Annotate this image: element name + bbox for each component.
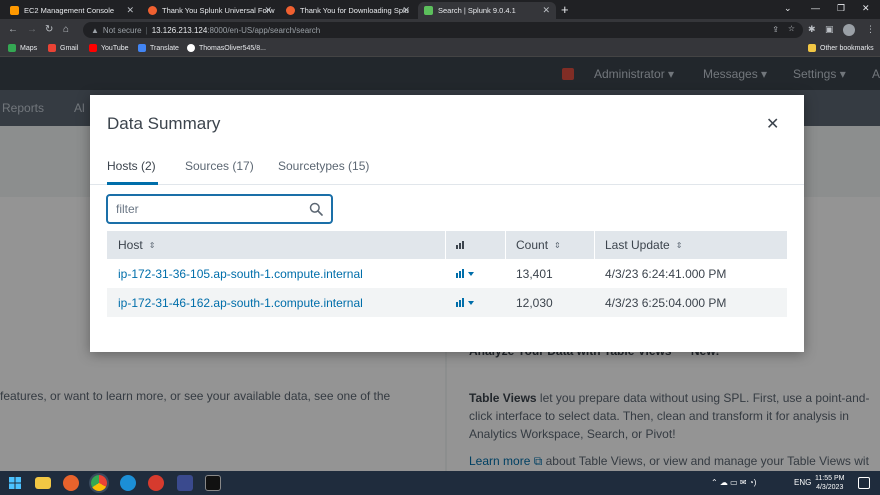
translate-icon <box>138 44 146 52</box>
file-explorer-icon[interactable] <box>35 477 51 489</box>
active-tab-indicator <box>107 182 158 185</box>
youtube-icon <box>89 44 97 52</box>
sparkline-column-icon <box>456 241 465 249</box>
browser-tab-title: Thank You for Downloading Splu <box>300 6 409 15</box>
warning-icon: ▲ <box>91 25 99 35</box>
browser-tab-splunk-search[interactable]: Search | Splunk 9.0.4.1 ✕ <box>418 2 556 19</box>
new-tab-icon[interactable]: + <box>561 2 569 17</box>
gmail-icon <box>48 44 56 52</box>
forward-icon[interactable]: → <box>27 24 37 35</box>
notifications-icon[interactable] <box>858 477 870 489</box>
modal-title: Data Summary <box>107 114 221 133</box>
address-bar[interactable]: ▲ Not secure | 13.126.213.124 :8000/en-U… <box>83 22 803 38</box>
browser-toolbar: ← → ↻ ⌂ ▲ Not secure | 13.126.213.124 :8… <box>0 19 880 41</box>
sort-icon: ⇕ <box>148 241 156 250</box>
share-icon[interactable]: ⇪ <box>772 25 779 34</box>
bookmark-maps[interactable]: Maps <box>8 44 37 52</box>
data-summary-modal: Data Summary ✕ Hosts (2) Sources (17) So… <box>90 95 804 352</box>
host-link[interactable]: ip-172-31-46-162.ap-south-1.compute.inte… <box>118 296 363 310</box>
sparkline-dropdown-icon[interactable] <box>456 298 474 307</box>
table-row: ip-172-31-36-105.ap-south-1.compute.inte… <box>107 259 787 288</box>
windows-start-icon[interactable] <box>9 477 21 489</box>
column-header-last-update[interactable]: Last Update ⇕ <box>605 238 682 252</box>
column-header-host[interactable]: Host ⇕ <box>118 238 155 252</box>
back-icon[interactable]: ← <box>8 24 18 35</box>
host-last-update: 4/3/23 6:25:04.000 PM <box>605 296 727 310</box>
maps-icon <box>8 44 16 52</box>
hosts-table: Host ⇕ Count ⇕ Last Update ⇕ ip-172-31-36-1… <box>107 231 787 317</box>
tab-hosts[interactable]: Hosts (2) <box>107 159 156 173</box>
sparkline-dropdown-icon[interactable] <box>456 269 474 278</box>
browser-tab-title: Search | Splunk 9.0.4.1 <box>438 6 516 15</box>
close-icon[interactable]: ✕ <box>542 5 550 16</box>
filter-input[interactable] <box>116 201 296 217</box>
terminal-icon[interactable] <box>205 475 221 491</box>
splunk-favicon-icon <box>286 6 295 15</box>
close-icon[interactable]: ✕ <box>402 5 410 16</box>
column-header-count[interactable]: Count ⇕ <box>516 238 561 252</box>
bookmark-youtube[interactable]: YouTube <box>89 44 129 52</box>
host-count: 12,030 <box>516 296 553 310</box>
splunk-favicon-icon <box>148 6 157 15</box>
close-icon[interactable]: ✕ <box>264 5 272 16</box>
not-secure-label: Not secure <box>102 25 142 35</box>
sidepanel-icon[interactable]: ▣ <box>825 24 834 35</box>
host-count: 13,401 <box>516 267 553 281</box>
bookmark-gmail[interactable]: Gmail <box>48 44 78 52</box>
minimize-icon[interactable]: — <box>811 3 820 13</box>
reload-icon[interactable]: ↻ <box>45 24 53 35</box>
chrome-icon[interactable] <box>91 475 107 491</box>
browser-tab-title: Thank You Splunk Universal Forw <box>162 6 275 15</box>
url-path: :8000/en-US/app/search/search <box>207 25 321 35</box>
table-row: ip-172-31-46-162.ap-south-1.compute.inte… <box>107 288 787 317</box>
splunk-search-favicon-icon <box>424 6 433 15</box>
maximize-icon[interactable]: ❐ <box>837 3 845 14</box>
tab-sources[interactable]: Sources (17) <box>185 159 254 173</box>
profile-avatar[interactable] <box>843 24 855 36</box>
bookmark-star-icon[interactable]: ☆ <box>788 24 795 33</box>
github-icon <box>187 44 195 52</box>
system-clock[interactable]: 11:55 PM 4/3/2023 <box>815 474 844 492</box>
other-bookmarks[interactable]: Other bookmarks <box>808 44 874 52</box>
window-close-icon[interactable]: ✕ <box>862 3 870 14</box>
input-language[interactable]: ENG <box>794 478 811 487</box>
host-last-update: 4/3/23 6:24:41.000 PM <box>605 267 727 281</box>
close-icon[interactable]: ✕ <box>126 5 134 16</box>
search-icon[interactable] <box>309 202 323 216</box>
browser-tab-ec2[interactable]: EC2 Management Console ✕ <box>4 2 140 19</box>
bookmark-github[interactable]: ThomasOliver545/8... <box>187 44 266 52</box>
app-icon[interactable] <box>177 475 193 491</box>
tab-search-icon[interactable]: ⌄ <box>784 3 792 14</box>
data-summary-tabs: Hosts (2) Sources (17) Sourcetypes (15) <box>90 158 804 185</box>
system-tray-icons[interactable]: ⌃ ☁ ▭ ✉ ◔) <box>711 478 756 487</box>
close-icon[interactable]: ✕ <box>766 114 779 134</box>
bookmark-translate[interactable]: Translate <box>138 44 179 52</box>
office-icon[interactable] <box>63 475 79 491</box>
host-link[interactable]: ip-172-31-36-105.ap-south-1.compute.inte… <box>118 267 363 281</box>
browser-tab-strip: EC2 Management Console ✕ Thank You Splun… <box>0 0 880 19</box>
filter-box[interactable] <box>106 194 333 224</box>
table-header: Host ⇕ Count ⇕ Last Update ⇕ <box>107 231 787 259</box>
menu-kebab-icon[interactable]: ⋮ <box>866 24 875 35</box>
windows-taskbar: ⌃ ☁ ▭ ✉ ◔) ENG 11:55 PM 4/3/2023 <box>0 471 880 495</box>
browser-tab-title: EC2 Management Console <box>24 6 115 15</box>
bookmarks-bar: Maps Gmail YouTube Translate ThomasOlive… <box>0 41 880 57</box>
home-icon[interactable]: ⌂ <box>63 24 69 35</box>
tab-sourcetypes[interactable]: Sourcetypes (15) <box>278 159 369 173</box>
sort-icon: ⇕ <box>675 241 683 250</box>
aws-favicon-icon <box>10 6 19 15</box>
app-icon[interactable] <box>148 475 164 491</box>
sort-icon: ⇕ <box>554 241 561 250</box>
url-host: 13.126.213.124 <box>151 25 208 35</box>
folder-icon <box>808 44 816 52</box>
browser-tab-splunk-download[interactable]: Thank You for Downloading Splu ✕ <box>280 2 416 19</box>
edge-icon[interactable] <box>120 475 136 491</box>
extensions-icon[interactable]: ✱ <box>808 24 816 35</box>
browser-tab-splunk-forwarder[interactable]: Thank You Splunk Universal Forw ✕ <box>142 2 278 19</box>
